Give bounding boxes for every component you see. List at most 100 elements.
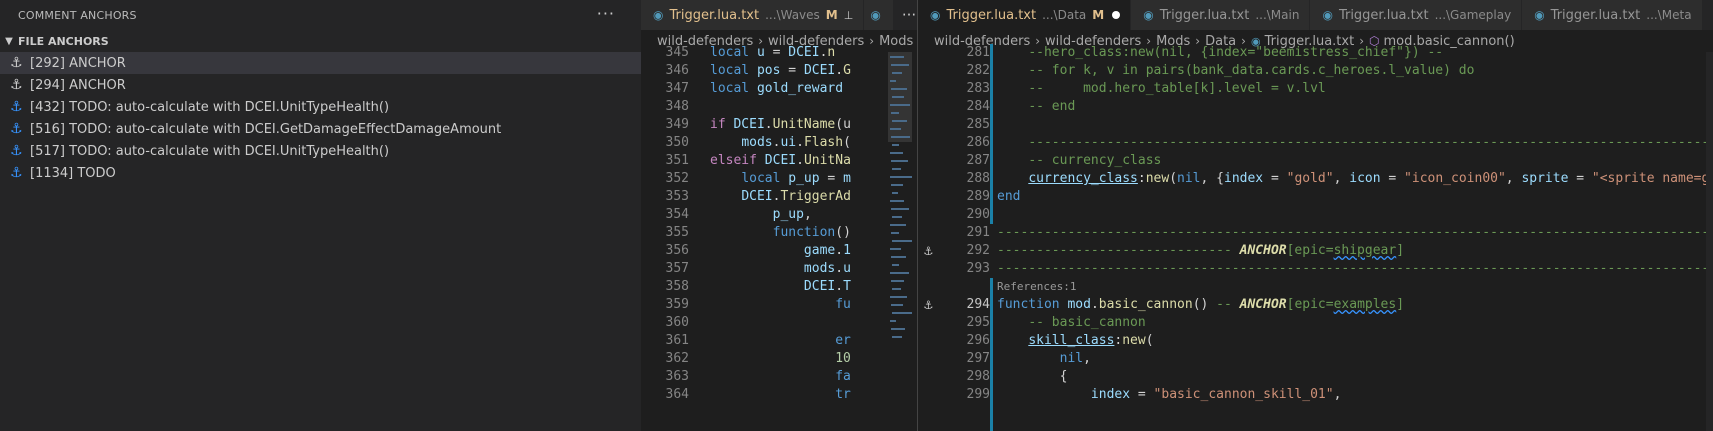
minimap-line xyxy=(892,312,912,314)
minimap-line xyxy=(892,168,901,170)
line-number: 285 xyxy=(966,117,990,132)
line-number: 287 xyxy=(966,153,990,168)
lua-file-icon: ◉ xyxy=(1322,8,1333,22)
minimap-line xyxy=(890,200,904,202)
tab-path: ...\Main xyxy=(1255,8,1300,22)
line-number: 347 xyxy=(665,81,689,96)
minimap-line xyxy=(891,280,904,282)
code-line: 359 fu xyxy=(641,296,917,314)
code-text: -- for k, v in pairs(bank_data.cards.c_h… xyxy=(1028,63,1475,78)
code-text: --hero_class:new(nil, {index="beemistres… xyxy=(1028,45,1444,60)
line-number: 297 xyxy=(966,351,990,366)
minimap-line xyxy=(891,64,909,66)
pin-icon[interactable]: ⊥ xyxy=(844,9,854,22)
minimap[interactable] xyxy=(888,52,912,431)
code-line: 299 index = "basic_cannon_skill_01", xyxy=(918,386,1713,404)
tab-filename: Trigger.lua.txt xyxy=(1550,7,1641,23)
minimap-line xyxy=(890,320,896,322)
code-line: 349 if DCEI.UnitName(u xyxy=(641,116,917,134)
code-text: skill_class:new( xyxy=(1028,333,1154,348)
code-text: local u = DCEI.n xyxy=(710,45,836,60)
minimap-line xyxy=(890,128,901,130)
code-text: end xyxy=(997,189,1021,204)
line-number: 294 xyxy=(966,297,990,312)
code-text: if DCEI.UnitName(u xyxy=(710,117,851,132)
lua-file-icon: ◉ xyxy=(1143,8,1154,22)
tab-path: ...\Waves xyxy=(765,8,820,22)
editor-tab-partial[interactable]: ◉ xyxy=(864,0,894,30)
modified-lines-indicator xyxy=(990,44,993,224)
code-line: 348 xyxy=(641,98,917,116)
minimap-line xyxy=(892,144,899,146)
sidebar-header: COMMENT ANCHORS ··· xyxy=(0,0,641,30)
minimap-line xyxy=(892,192,898,194)
vertical-scrollbar[interactable] xyxy=(1706,52,1713,431)
code-line: 347 local gold_reward xyxy=(641,80,917,98)
minimap-line xyxy=(892,96,904,98)
code-text: p_up, xyxy=(772,207,812,222)
code-text: local gold_reward xyxy=(710,81,844,96)
line-number: 364 xyxy=(665,387,689,402)
line-number: 351 xyxy=(665,153,689,168)
minimap-line xyxy=(891,160,908,162)
line-number: 354 xyxy=(665,207,689,222)
line-number: 353 xyxy=(665,189,689,204)
line-number: 358 xyxy=(665,279,689,294)
anchor-icon[interactable]: ⚓ xyxy=(924,242,932,260)
code-text: nil, xyxy=(1059,351,1091,366)
minimap-line xyxy=(890,248,901,250)
code-line: 291 -------------------------------------… xyxy=(918,224,1713,242)
anchor-label: [432] TODO: auto-calculate with DCEI.Uni… xyxy=(30,99,390,115)
code-editor[interactable]: 345 local u = DCEI.n 346 local pos = DCEI.G… xyxy=(641,45,917,431)
anchor-icon[interactable]: ⚓ xyxy=(924,296,932,314)
minimap-line xyxy=(892,72,902,74)
tab-bar: ◉ Trigger.lua.txt ...\Data M ◉ Trigger.lua.tx… xyxy=(918,0,1713,30)
editor-tab[interactable]: ◉ Trigger.lua.txt ...\Waves M ⊥ xyxy=(641,0,865,30)
line-number: 289 xyxy=(966,189,990,204)
editor-tab[interactable]: ◉ Trigger.lua.txt ...\Meta xyxy=(1522,0,1703,30)
unsaved-dot-icon[interactable] xyxy=(1112,11,1121,19)
minimap-line xyxy=(890,56,904,58)
minimap-line xyxy=(890,152,903,154)
codelens-references[interactable]: References:1 xyxy=(997,278,1076,296)
anchor-label: [1134] TODO xyxy=(30,165,116,181)
code-text: index = "basic_cannon_skill_01", xyxy=(1090,387,1342,402)
code-line: 287 -- currency_class xyxy=(918,152,1713,170)
code-editor[interactable]: 281 --hero_class:new(nil, {index="beemis… xyxy=(918,44,1713,431)
code-text: -- end xyxy=(1028,99,1076,114)
minimap-line xyxy=(891,184,903,186)
minimap-line xyxy=(890,80,896,82)
minimap-line xyxy=(890,104,910,106)
anchor-item[interactable]: ⚓ [294] ANCHOR xyxy=(0,74,641,96)
line-number: 286 xyxy=(966,135,990,150)
minimap-line xyxy=(891,256,906,258)
anchor-item[interactable]: ⚓ [516] TODO: auto-calculate with DCEI.Ge… xyxy=(0,118,641,140)
anchor-item[interactable]: ⚓ [517] TODO: auto-calculate with DCEI.Un… xyxy=(0,140,641,162)
code-line: 361 er xyxy=(641,332,917,350)
anchor-label: [516] TODO: auto-calculate with DCEI.Get… xyxy=(30,121,502,137)
line-number: 346 xyxy=(665,63,689,78)
code-text: -- currency_class xyxy=(1028,153,1162,168)
editor-tab[interactable]: ◉ Trigger.lua.txt ...\Gameplay xyxy=(1310,0,1523,30)
anchor-icon: ⚓ xyxy=(10,77,23,93)
editor-tab[interactable]: ◉ Trigger.lua.txt ...\Main xyxy=(1131,0,1311,30)
code-text: -- mod.hero_table[k].level = v.lvl xyxy=(1028,81,1326,96)
editor-tab[interactable]: ◉ Trigger.lua.txt ...\Data M xyxy=(918,0,1132,30)
anchor-icon: ⚓ xyxy=(10,165,23,181)
code-text: mods.ui.Flash( xyxy=(741,135,851,150)
tab-bar: ◉ Trigger.lua.txt ...\Waves M ⊥ ◉ ··· xyxy=(641,0,917,30)
anchor-icon: ⚓ xyxy=(10,55,23,71)
code-text: DCEI.TriggerAd xyxy=(741,189,851,204)
file-anchors-section-header[interactable]: ▼ FILE ANCHORS xyxy=(0,30,641,52)
code-line: 355 function() xyxy=(641,224,917,242)
line-number: 362 xyxy=(665,351,689,366)
code-line: 298 { xyxy=(918,368,1713,386)
code-line: 289 end xyxy=(918,188,1713,206)
anchor-icon: ⚓ xyxy=(10,99,23,115)
anchor-item[interactable]: ⚓ [292] ANCHOR xyxy=(0,52,641,74)
more-actions-icon[interactable]: ··· xyxy=(597,4,615,23)
git-status-badge: M xyxy=(825,8,838,22)
anchor-item[interactable]: ⚓ [1134] TODO xyxy=(0,162,641,184)
more-tabs-icon[interactable]: ··· xyxy=(893,0,917,30)
anchor-item[interactable]: ⚓ [432] TODO: auto-calculate with DCEI.Un… xyxy=(0,96,641,118)
